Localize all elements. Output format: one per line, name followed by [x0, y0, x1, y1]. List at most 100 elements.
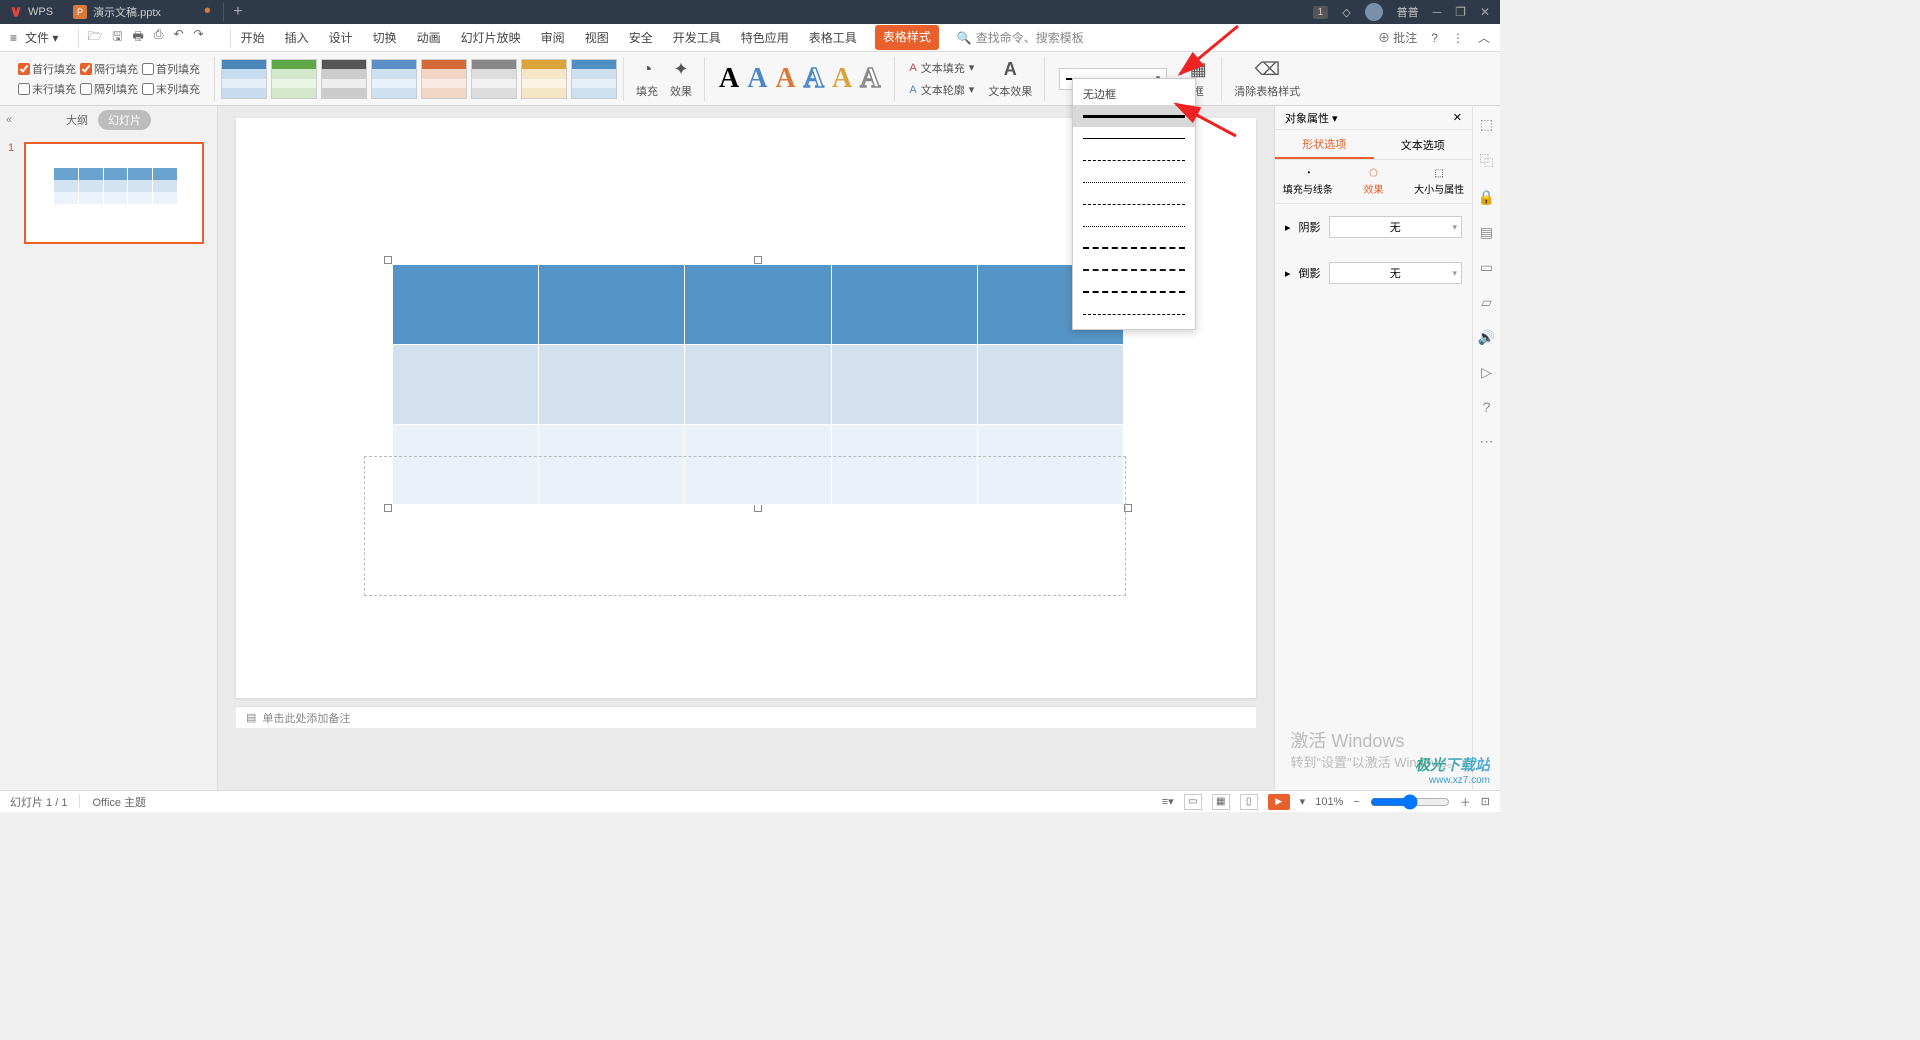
border-dash-dot-dot[interactable] — [1073, 215, 1195, 237]
border-dotted[interactable] — [1073, 171, 1195, 193]
tab-view[interactable]: 视图 — [583, 25, 611, 50]
tab-animation[interactable]: 动画 — [415, 25, 443, 50]
text-options-tab[interactable]: 文本选项 — [1374, 130, 1473, 159]
check-alt-row[interactable]: 隔行填充 — [80, 61, 138, 77]
close-panel-icon[interactable]: ✕ — [1453, 111, 1462, 124]
border-dense-dash[interactable] — [1073, 149, 1195, 171]
notification-badge[interactable]: 1 — [1313, 6, 1329, 19]
file-menu[interactable]: 文件 ▾ — [25, 29, 58, 46]
wordart-a[interactable]: A — [719, 63, 739, 95]
border-long-dash[interactable] — [1073, 237, 1195, 259]
avatar[interactable] — [1365, 3, 1383, 21]
normal-view-icon[interactable]: ▭ — [1184, 794, 1202, 810]
check-last-row[interactable]: 末行填充 — [18, 81, 76, 97]
slideshow-button[interactable]: ▶ — [1268, 794, 1290, 810]
size-subtab[interactable]: ⬚大小与属性 — [1406, 160, 1472, 203]
redo-icon[interactable]: ↷ — [194, 27, 204, 48]
play-icon[interactable]: ▷ — [1481, 364, 1492, 381]
style-thumb[interactable] — [221, 59, 267, 99]
text-fill-button[interactable]: A文本填充 ▾ — [909, 60, 974, 76]
fill-line-subtab[interactable]: ◔填充与线条 — [1275, 160, 1341, 203]
fit-icon[interactable]: ⊡ — [1481, 795, 1490, 808]
table-styles-gallery[interactable] — [221, 59, 617, 99]
style-thumb[interactable] — [571, 59, 617, 99]
zoom-slider[interactable] — [1370, 794, 1450, 810]
style-thumb[interactable] — [271, 59, 317, 99]
border-dash-dot[interactable] — [1073, 193, 1195, 215]
expand-icon[interactable]: ▸ — [1285, 267, 1291, 280]
lock-icon[interactable]: 🔒 — [1478, 189, 1495, 206]
tab-design[interactable]: 设计 — [327, 25, 355, 50]
close-icon[interactable]: ✕ — [1480, 5, 1490, 19]
style-thumb[interactable] — [421, 59, 467, 99]
undo-icon[interactable]: ↶ — [173, 27, 183, 48]
help-icon[interactable]: ? — [1431, 31, 1438, 45]
check-alt-col[interactable]: 隔列填充 — [80, 81, 138, 97]
border-long-dash-dot[interactable] — [1073, 303, 1195, 325]
audio-icon[interactable]: 🔊 — [1478, 329, 1495, 346]
annotate-button[interactable]: ⊕ 批注 — [1378, 29, 1417, 46]
check-last-col[interactable]: 末列填充 — [142, 81, 200, 97]
tab-security[interactable]: 安全 — [627, 25, 655, 50]
search-box[interactable]: 🔍 查找命令、搜索模板 — [957, 29, 1084, 46]
slide-icon[interactable]: ▭ — [1480, 259, 1493, 276]
image-icon[interactable]: ▱ — [1481, 294, 1492, 311]
style-thumb[interactable] — [321, 59, 367, 99]
tab-transition[interactable]: 切换 — [371, 25, 399, 50]
text-effect-button[interactable]: A文本效果 — [982, 59, 1038, 99]
text-outline-button[interactable]: A文本轮廓 ▾ — [909, 82, 974, 98]
template-icon[interactable]: ▤ — [1480, 224, 1493, 241]
notes-toggle[interactable]: ≡▾ — [1162, 795, 1174, 808]
layers-icon[interactable]: ⿻ — [1480, 151, 1494, 171]
reading-view-icon[interactable]: ▯ — [1240, 794, 1258, 810]
bevel-select[interactable]: 无▾ — [1329, 262, 1462, 284]
zoom-value[interactable]: 101% — [1315, 796, 1343, 808]
notes-bar[interactable]: ▤ 单击此处添加备注 — [236, 706, 1256, 728]
check-first-row[interactable]: 首行填充 — [18, 61, 76, 77]
sorter-view-icon[interactable]: ▦ — [1212, 794, 1230, 810]
content-placeholder[interactable] — [364, 456, 1126, 596]
new-tab-button[interactable]: + — [224, 3, 252, 21]
style-thumb[interactable] — [471, 59, 517, 99]
outline-tab[interactable]: 大纲 — [66, 112, 88, 128]
hamburger-icon[interactable]: ≡ — [10, 31, 17, 45]
style-thumb[interactable] — [521, 59, 567, 99]
effect-subtab[interactable]: ⬠效果 — [1341, 160, 1407, 203]
wordart-a[interactable]: A — [804, 63, 824, 95]
tab-table-tools[interactable]: 表格工具 — [807, 25, 859, 50]
style-thumb[interactable] — [371, 59, 417, 99]
wordart-a[interactable]: A — [860, 63, 880, 95]
wordart-a[interactable]: A — [747, 63, 767, 95]
maximize-icon[interactable]: ❐ — [1455, 5, 1466, 19]
slides-tab[interactable]: 幻灯片 — [98, 110, 151, 130]
tab-table-style[interactable]: 表格样式 — [875, 25, 939, 50]
wordart-a[interactable]: A — [832, 63, 852, 95]
tab-start[interactable]: 开始 — [239, 25, 267, 50]
print-icon[interactable]: 🖶 — [133, 27, 144, 48]
skin-icon[interactable]: ◇ — [1342, 6, 1350, 19]
fill-button[interactable]: ◔填充 — [630, 59, 664, 99]
zoom-out-icon[interactable]: − — [1353, 796, 1359, 808]
document-tab[interactable]: P 演示文稿.pptx • — [63, 0, 171, 24]
tab-features[interactable]: 特色应用 — [739, 25, 791, 50]
zoom-in-icon[interactable]: ＋ — [1460, 794, 1471, 810]
minimize-icon[interactable]: ─ — [1433, 5, 1442, 19]
border-dash-space[interactable] — [1073, 281, 1195, 303]
more-icon[interactable]: ⋮ — [1452, 31, 1464, 45]
shadow-select[interactable]: 无▾ — [1329, 216, 1462, 238]
shape-options-tab[interactable]: 形状选项 — [1275, 130, 1374, 159]
slide-thumbnail[interactable]: 1 — [8, 142, 209, 244]
open-icon[interactable]: 🗁 — [87, 27, 102, 48]
border-wide-dash[interactable] — [1073, 259, 1195, 281]
collapse-icon[interactable]: « — [6, 114, 12, 126]
tab-review[interactable]: 审阅 — [539, 25, 567, 50]
select-icon[interactable]: ⬚ — [1480, 116, 1493, 133]
wordart-gallery[interactable]: A A A A A A — [711, 63, 888, 95]
tab-developer[interactable]: 开发工具 — [671, 25, 723, 50]
help-icon[interactable]: ? — [1483, 399, 1491, 415]
print-preview-icon[interactable]: ⎙ — [154, 27, 164, 48]
tab-insert[interactable]: 插入 — [283, 25, 311, 50]
collapse-ribbon-icon[interactable]: ︿ — [1478, 29, 1490, 46]
wordart-a[interactable]: A — [775, 63, 795, 95]
more-icon[interactable]: ⋯ — [1480, 433, 1494, 450]
